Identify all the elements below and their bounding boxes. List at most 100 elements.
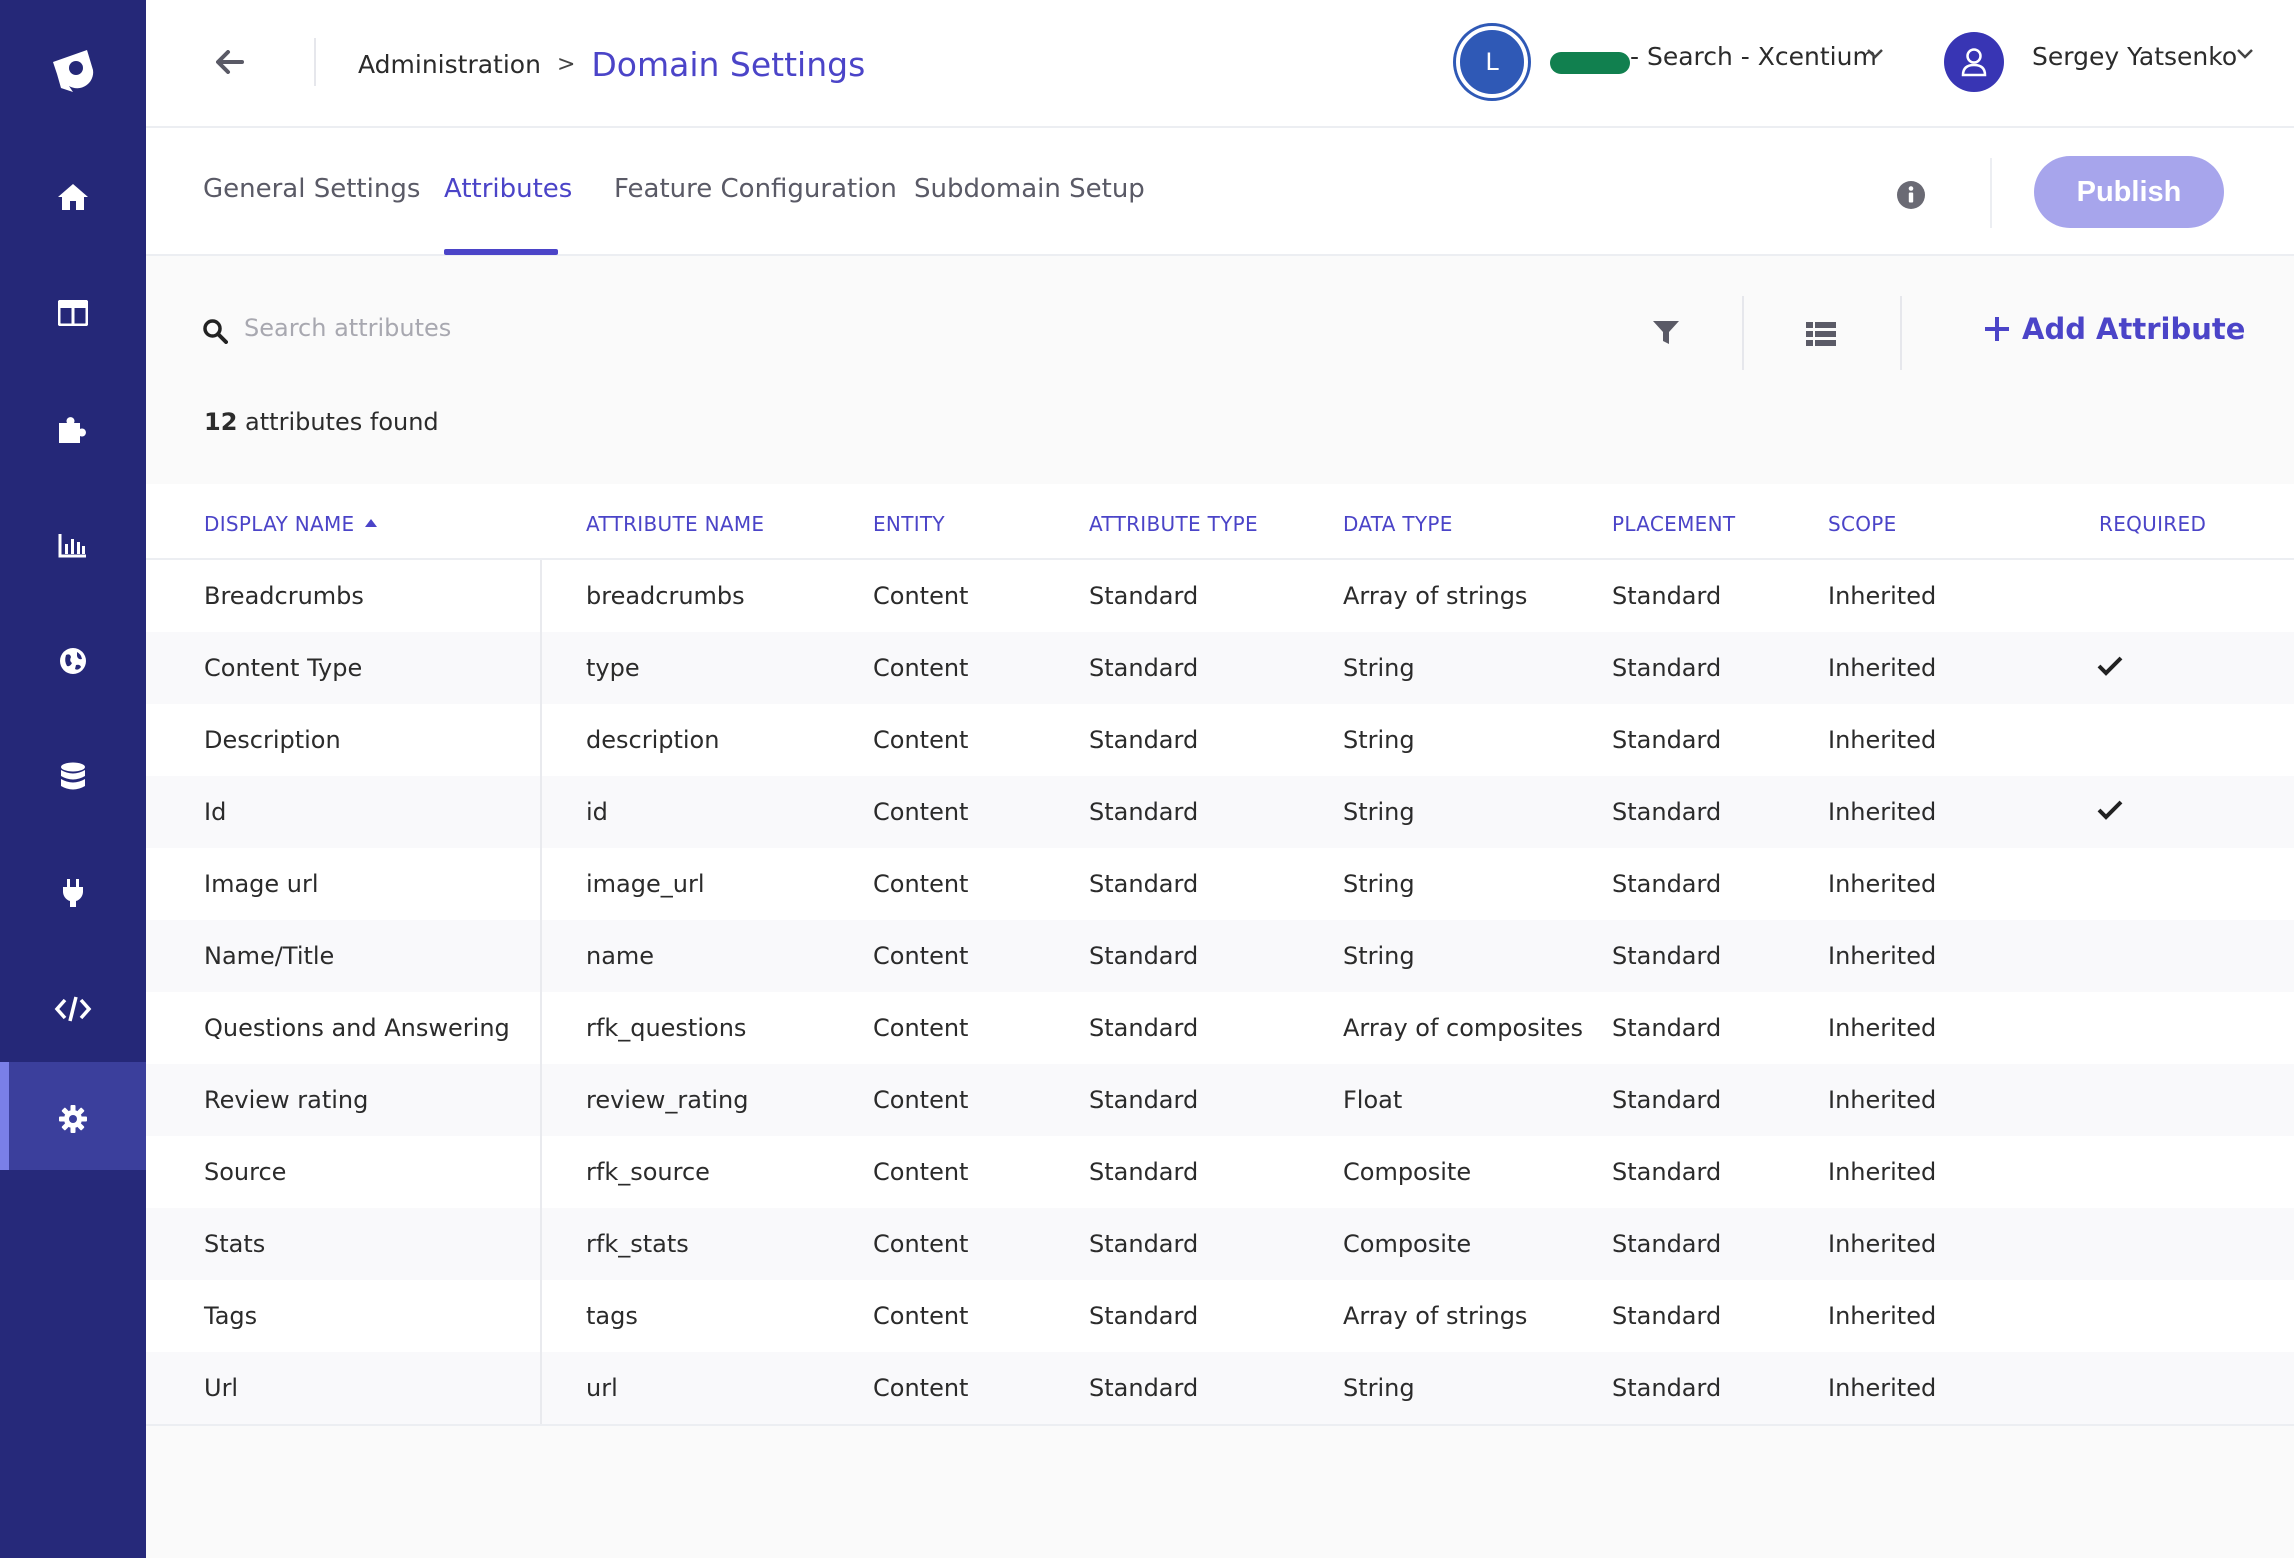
cell-attribute-name: image_url <box>586 870 705 898</box>
cell-placement: Standard <box>1612 1014 1722 1042</box>
top-header: Administration > Domain Settings L - Sea… <box>146 0 2294 128</box>
col-display-name[interactable]: DISPLAY NAME <box>204 512 377 536</box>
cell-attribute-type: Standard <box>1089 582 1199 610</box>
tab-feature-configuration[interactable]: Feature Configuration <box>614 174 897 204</box>
cell-data-type: Array of strings <box>1343 1302 1528 1330</box>
sidebar <box>0 0 146 1558</box>
home-icon <box>58 184 88 210</box>
domain-avatar[interactable]: L <box>1456 26 1528 98</box>
cell-placement: Standard <box>1612 870 1722 898</box>
table-row[interactable]: Stats rfk_stats Content Standard Composite St… <box>146 1208 2294 1280</box>
user-name[interactable]: Sergey Yatsenko <box>2032 42 2237 71</box>
table-row[interactable]: Content Type type Content Standard String Sta… <box>146 632 2294 704</box>
tab-subdomain-setup[interactable]: Subdomain Setup <box>914 174 1145 204</box>
col-data-type[interactable]: DATA TYPE <box>1343 512 1453 536</box>
cell-data-type: Composite <box>1343 1230 1472 1258</box>
cell-entity: Content <box>873 870 969 898</box>
toolbar-divider <box>1742 296 1744 370</box>
sidebar-item-analytics[interactable] <box>0 488 146 602</box>
table-row[interactable]: Questions and Answering rfk_questions Cont… <box>146 992 2294 1064</box>
cell-placement: Standard <box>1612 1374 1722 1402</box>
cell-scope: Inherited <box>1828 1374 1937 1402</box>
table-row[interactable]: Image url image_url Content Standard String S… <box>146 848 2294 920</box>
search-input[interactable] <box>244 306 1544 350</box>
sidebar-item-layout[interactable] <box>0 256 146 370</box>
sidebar-item-home[interactable] <box>0 140 146 254</box>
add-attribute-button[interactable]: Add Attribute <box>1984 312 2245 346</box>
attributes-table: DISPLAY NAME ATTRIBUTE NAME ENTITY ATTRI… <box>146 484 2294 1426</box>
table-row[interactable]: Description description Content Standard Str… <box>146 704 2294 776</box>
cell-display-name: Breadcrumbs <box>204 582 364 610</box>
filter-icon[interactable] <box>1652 320 1680 346</box>
col-required[interactable]: REQUIRED <box>2099 512 2206 536</box>
sidebar-item-settings[interactable] <box>0 1062 146 1176</box>
cell-placement: Standard <box>1612 726 1722 754</box>
cell-display-name: Tags <box>204 1302 258 1330</box>
chevron-down-icon[interactable] <box>2236 48 2254 60</box>
cell-attribute-name: tags <box>586 1302 638 1330</box>
col-attribute-name[interactable]: ATTRIBUTE NAME <box>586 512 764 536</box>
tab-general-settings[interactable]: General Settings <box>203 174 420 204</box>
table-row[interactable]: Url url Content Standard String Standard Inher… <box>146 1352 2294 1424</box>
globe-icon <box>60 648 86 674</box>
cell-scope: Inherited <box>1828 1014 1937 1042</box>
layout-icon <box>58 300 88 326</box>
header-divider <box>314 38 316 86</box>
attributes-content: Add Attribute 12 attributes found DISPLA… <box>146 256 2294 1558</box>
col-scope[interactable]: SCOPE <box>1828 512 1897 536</box>
cell-data-type: String <box>1343 726 1415 754</box>
table-row[interactable]: Name/Title name Content Standard String Stand… <box>146 920 2294 992</box>
col-placement[interactable]: PLACEMENT <box>1612 512 1735 536</box>
puzzle-icon <box>59 417 86 443</box>
table-row[interactable]: Tags tags Content Standard Array of strings S… <box>146 1280 2294 1352</box>
user-avatar[interactable] <box>1944 32 2004 92</box>
cell-placement: Standard <box>1612 942 1722 970</box>
cell-placement: Standard <box>1612 1086 1722 1114</box>
chevron-down-icon[interactable] <box>1866 48 1884 60</box>
cell-attribute-type: Standard <box>1089 654 1199 682</box>
col-entity[interactable]: ENTITY <box>873 512 945 536</box>
cell-data-type: String <box>1343 798 1415 826</box>
back-button[interactable] <box>212 44 248 80</box>
info-icon[interactable] <box>1896 180 1926 210</box>
col-attribute-type[interactable]: ATTRIBUTE TYPE <box>1089 512 1258 536</box>
list-view-icon[interactable] <box>1806 322 1836 346</box>
cell-display-name: Description <box>204 726 341 754</box>
cell-attribute-type: Standard <box>1089 1374 1199 1402</box>
table-row[interactable]: Review rating review_rating Content Standar… <box>146 1064 2294 1136</box>
cell-scope: Inherited <box>1828 1158 1937 1186</box>
toolbar-divider <box>1900 296 1902 370</box>
sidebar-item-database[interactable] <box>0 720 146 834</box>
cell-placement: Standard <box>1612 798 1722 826</box>
cell-scope: Inherited <box>1828 798 1937 826</box>
table-bottom-border <box>146 1424 2294 1426</box>
domain-selector[interactable]: - Search - Xcentium <box>1630 42 1877 71</box>
table-row[interactable]: Source rfk_source Content Standard Composite… <box>146 1136 2294 1208</box>
search-icon <box>203 319 228 344</box>
cell-placement: Standard <box>1612 1302 1722 1330</box>
cell-attribute-name: breadcrumbs <box>586 582 745 610</box>
table-row[interactable]: Breadcrumbs breadcrumbs Content Standard Arr… <box>146 560 2294 632</box>
sidebar-item-globe[interactable] <box>0 604 146 718</box>
cell-attribute-name: description <box>586 726 720 754</box>
sidebar-item-puzzle[interactable] <box>0 372 146 486</box>
cell-display-name: Stats <box>204 1230 266 1258</box>
cell-entity: Content <box>873 582 969 610</box>
column-divider <box>540 560 542 1424</box>
app-logo-icon[interactable] <box>0 30 146 110</box>
plug-icon <box>62 879 84 907</box>
cell-display-name: Image url <box>204 870 319 898</box>
sidebar-item-developer[interactable] <box>0 952 146 1066</box>
tab-attributes[interactable]: Attributes <box>444 174 572 204</box>
cell-scope: Inherited <box>1828 654 1937 682</box>
breadcrumb-administration[interactable]: Administration <box>358 50 541 79</box>
database-icon <box>61 762 85 790</box>
table-row[interactable]: Id id Content Standard String Standard Inherit… <box>146 776 2294 848</box>
cell-display-name: Name/Title <box>204 942 335 970</box>
sort-ascending-icon <box>364 519 377 527</box>
cell-attribute-type: Standard <box>1089 798 1199 826</box>
cell-attribute-name: rfk_source <box>586 1158 710 1186</box>
table-body: Breadcrumbs breadcrumbs Content Standard Arr… <box>146 560 2294 1424</box>
sidebar-item-integrations[interactable] <box>0 836 146 950</box>
publish-button[interactable]: Publish <box>2034 156 2224 228</box>
